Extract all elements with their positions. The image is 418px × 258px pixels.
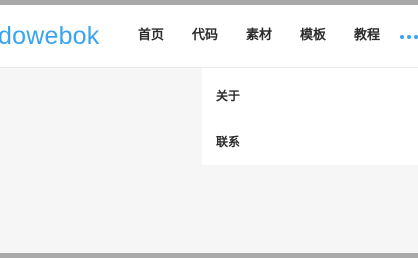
nav-item-materials[interactable]: 素材 xyxy=(246,27,272,45)
more-dot xyxy=(407,35,411,39)
nav-item-home[interactable]: 首页 xyxy=(138,27,164,45)
nav-item-templates[interactable]: 模板 xyxy=(300,27,326,45)
more-dot xyxy=(400,35,404,39)
nav-item-tutorials[interactable]: 教程 xyxy=(354,27,380,45)
window-frame-bottom xyxy=(0,253,418,258)
dropdown-item-about[interactable]: 关于 xyxy=(216,88,240,104)
more-dots-icon[interactable] xyxy=(400,30,418,44)
nav-item-code[interactable]: 代码 xyxy=(192,27,218,45)
dropdown-item-contact[interactable]: 联系 xyxy=(216,134,240,150)
site-header: dowebok 首页 代码 素材 模板 教程 xyxy=(0,5,418,68)
site-logo[interactable]: dowebok xyxy=(0,22,99,50)
more-dropdown-menu: 关于 联系 xyxy=(202,68,418,165)
more-dot xyxy=(414,35,418,39)
